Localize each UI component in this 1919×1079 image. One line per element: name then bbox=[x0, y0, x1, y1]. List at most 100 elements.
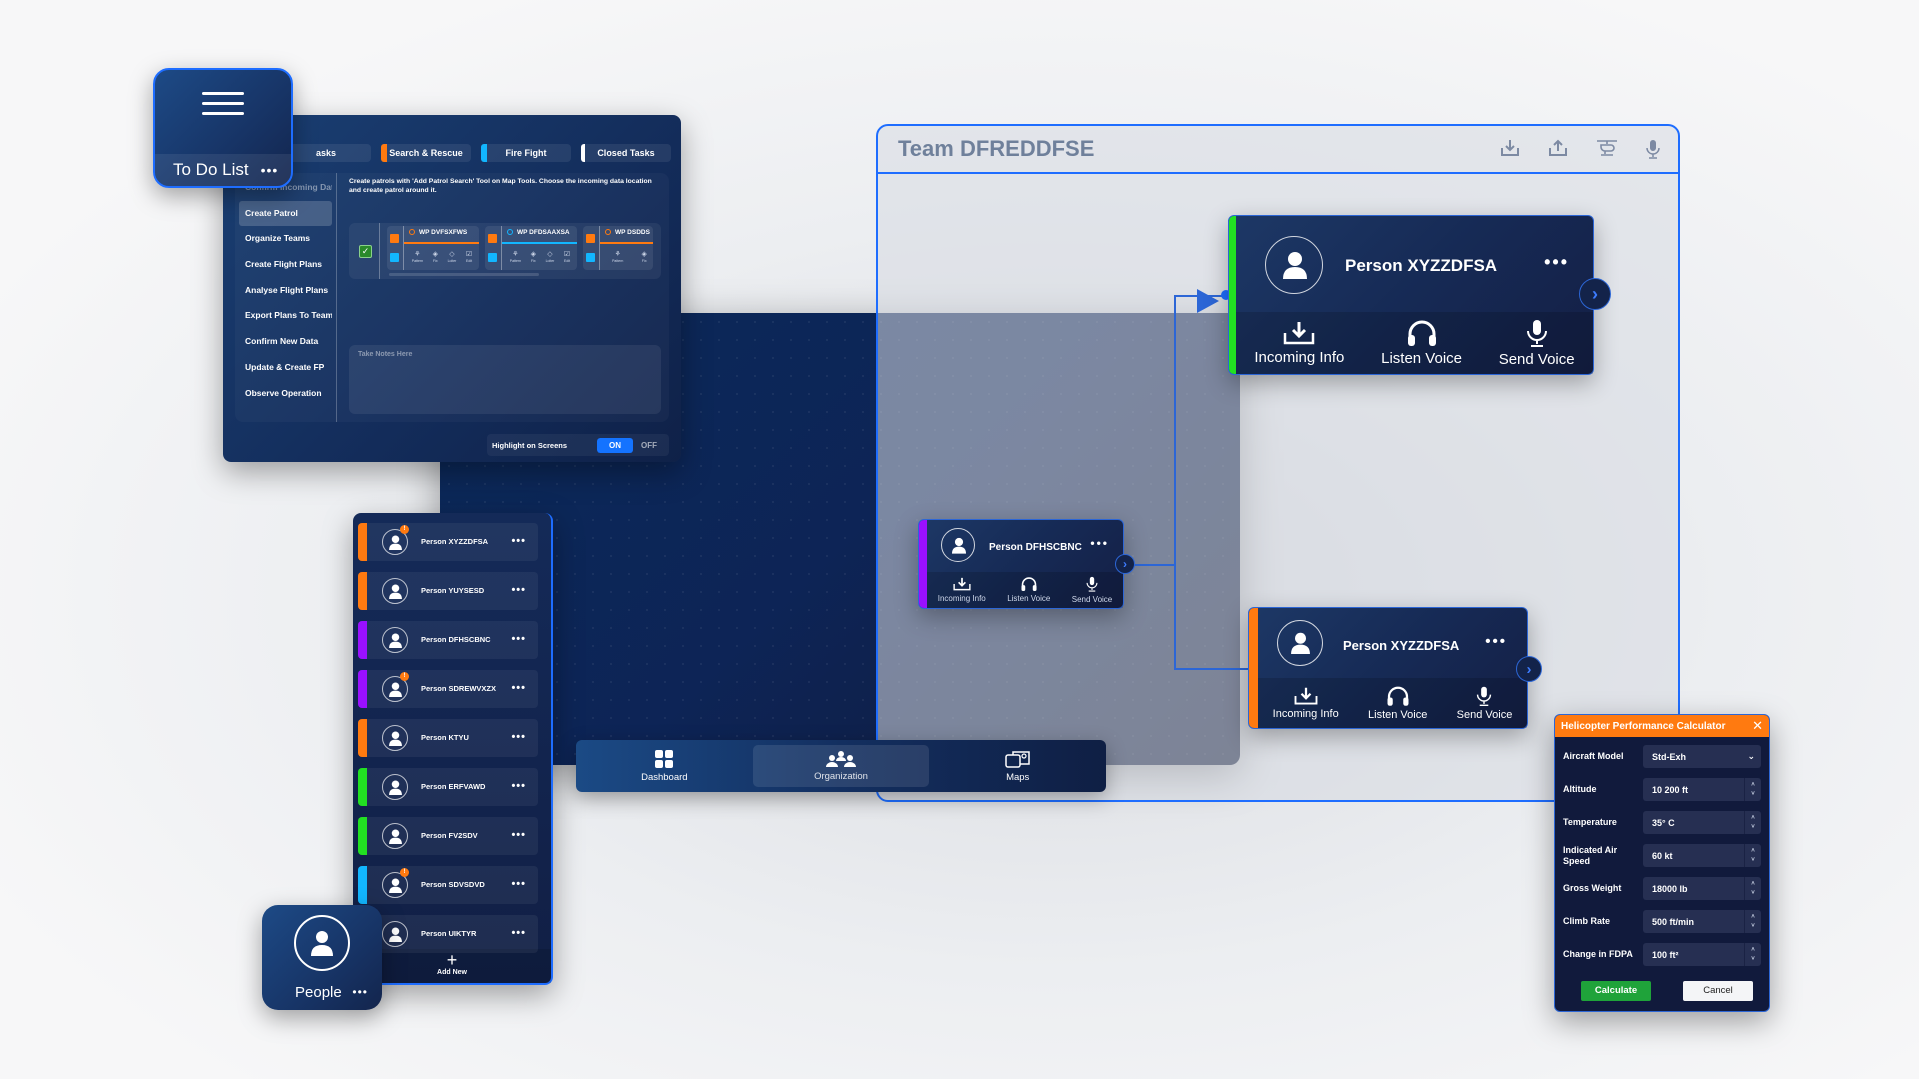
person-card[interactable]: Person XYZZDFSA ••• Incoming Info Listen… bbox=[1248, 607, 1542, 729]
waypoint-card[interactable]: WP DVFSXFWS ⚘ Pattern ◈ Fix ◇ Loiter ☑ Edit bbox=[387, 226, 479, 270]
spin-up-icon[interactable]: ˄ bbox=[1751, 946, 1755, 955]
chevron-right-icon[interactable]: › bbox=[1115, 554, 1135, 574]
fix-icon[interactable]: ◈ Fix bbox=[433, 250, 438, 263]
notes-textarea[interactable]: Take Notes Here bbox=[349, 345, 661, 414]
close-icon[interactable]: ✕ bbox=[1752, 718, 1763, 734]
people-list-item[interactable]: ! Person SDREWVXZX ••• bbox=[358, 670, 538, 708]
more-icon[interactable]: ••• bbox=[511, 817, 526, 853]
listen-voice-button[interactable]: Listen Voice bbox=[1007, 577, 1050, 603]
fix-icon[interactable]: ◈ Fix bbox=[531, 250, 536, 263]
more-icon[interactable]: ••• bbox=[511, 670, 526, 706]
chevron-down-icon[interactable]: ⌄ bbox=[1747, 751, 1755, 762]
calc-field-input[interactable]: 60 kt ˄ ˅ bbox=[1643, 844, 1761, 867]
more-icon[interactable]: ••• bbox=[1544, 252, 1569, 273]
spin-buttons[interactable]: ˄ ˅ bbox=[1744, 778, 1761, 801]
incoming-info-button[interactable]: Incoming Info bbox=[1273, 687, 1339, 720]
toggle-off[interactable]: OFF bbox=[633, 438, 665, 453]
spin-up-icon[interactable]: ˄ bbox=[1751, 880, 1755, 889]
calc-field-input[interactable]: 500 ft/min ˄ ˅ bbox=[1643, 910, 1761, 933]
more-icon[interactable]: ••• bbox=[511, 572, 526, 608]
step-create-flight-plans[interactable]: Create Flight Plans bbox=[239, 252, 332, 278]
send-voice-button[interactable]: Send Voice bbox=[1072, 576, 1112, 604]
chevron-right-icon[interactable]: › bbox=[1516, 656, 1542, 682]
calc-field-input[interactable]: 100 ft² ˄ ˅ bbox=[1643, 943, 1761, 966]
pattern-icon[interactable]: ⚘ Pattern bbox=[612, 250, 623, 263]
toggle-on[interactable]: ON bbox=[597, 437, 633, 453]
nav-maps[interactable]: Maps bbox=[929, 745, 1106, 787]
incoming-info-button[interactable]: Incoming Info bbox=[1254, 321, 1344, 366]
step-update-create-fp[interactable]: Update & Create FP bbox=[239, 355, 332, 381]
more-icon[interactable]: ••• bbox=[511, 768, 526, 804]
spin-down-icon[interactable]: ˅ bbox=[1751, 856, 1755, 865]
tab-open-tasks[interactable]: asks bbox=[281, 144, 371, 162]
spin-up-icon[interactable]: ˄ bbox=[1751, 781, 1755, 790]
people-list-item[interactable]: Person ERFVAWD ••• bbox=[358, 768, 538, 806]
more-icon[interactable]: ••• bbox=[511, 621, 526, 657]
color-swatch-orange[interactable] bbox=[390, 234, 399, 243]
tab-search-rescue[interactable]: Search & Rescue bbox=[381, 144, 471, 162]
step-observe-operation[interactable]: Observe Operation bbox=[239, 381, 332, 407]
pattern-icon[interactable]: ⚘ Pattern bbox=[510, 250, 521, 263]
tab-closed-tasks[interactable]: Closed Tasks bbox=[581, 144, 671, 162]
color-swatch-blue[interactable] bbox=[488, 253, 497, 262]
spin-down-icon[interactable]: ˅ bbox=[1751, 790, 1755, 799]
spin-down-icon[interactable]: ˅ bbox=[1751, 922, 1755, 931]
loiter-icon[interactable]: ◇ Loiter bbox=[448, 250, 457, 263]
incoming-info-button[interactable]: Incoming Info bbox=[938, 577, 986, 603]
calc-field-input[interactable]: 18000 lb ˄ ˅ bbox=[1643, 877, 1761, 900]
people-tile[interactable]: People ••• bbox=[262, 905, 382, 1010]
step-export-plans[interactable]: Export Plans To Teams bbox=[239, 303, 332, 329]
spin-buttons[interactable]: ˄ ˅ bbox=[1744, 910, 1761, 933]
calc-field-input[interactable]: 35° C ˄ ˅ bbox=[1643, 811, 1761, 834]
people-list-item[interactable]: Person KTYU ••• bbox=[358, 719, 538, 757]
listen-voice-button[interactable]: Listen Voice bbox=[1381, 320, 1462, 367]
pattern-icon[interactable]: ⚘ Pattern bbox=[412, 250, 423, 263]
waypoint-card[interactable]: WP DSDDS ⚘Pattern◈Fix◇Loiter bbox=[583, 226, 653, 270]
people-list-item[interactable]: ! Person SDVSDVD ••• bbox=[358, 866, 538, 904]
edit-icon[interactable]: ☑ Edit bbox=[466, 250, 472, 263]
people-list-item[interactable]: Person FV2SDV ••• bbox=[358, 817, 538, 855]
microphone-icon[interactable] bbox=[1646, 139, 1660, 159]
people-list-item[interactable]: ! Person XYZZDFSA ••• bbox=[358, 523, 538, 561]
spin-buttons[interactable]: ˄ ˅ bbox=[1744, 811, 1761, 834]
more-icon[interactable]: ••• bbox=[352, 985, 368, 999]
spin-buttons[interactable]: ˄ ˅ bbox=[1744, 877, 1761, 900]
download-icon[interactable] bbox=[1500, 139, 1520, 159]
spin-up-icon[interactable]: ˄ bbox=[1751, 814, 1755, 823]
spin-buttons[interactable]: ˄ ˅ bbox=[1744, 943, 1761, 966]
people-list-item[interactable]: Person YUYSESD ••• bbox=[358, 572, 538, 610]
nav-dashboard[interactable]: Dashboard bbox=[576, 745, 753, 787]
spin-down-icon[interactable]: ˅ bbox=[1751, 889, 1755, 898]
todo-list-tile[interactable]: To Do List ••• bbox=[153, 68, 293, 188]
tab-fire-fight[interactable]: Fire Fight bbox=[481, 144, 571, 162]
more-icon[interactable]: ••• bbox=[1090, 536, 1109, 550]
step-organize-teams[interactable]: Organize Teams bbox=[239, 226, 332, 252]
people-list-item[interactable]: Person DFHSCBNC ••• bbox=[358, 621, 538, 659]
nav-organization[interactable]: Organization bbox=[752, 745, 930, 787]
checkbox-icon[interactable]: ✓ bbox=[359, 245, 372, 258]
upload-icon[interactable] bbox=[1548, 139, 1568, 159]
color-swatch-blue[interactable] bbox=[586, 253, 595, 262]
step-create-patrol[interactable]: Create Patrol bbox=[239, 200, 332, 227]
listen-voice-button[interactable]: Listen Voice bbox=[1368, 686, 1427, 721]
calc-field-input[interactable]: Std-Exh ⌄ bbox=[1643, 745, 1761, 768]
spin-up-icon[interactable]: ˄ bbox=[1751, 847, 1755, 856]
waypoint-scrollbar[interactable] bbox=[389, 273, 539, 276]
chevron-right-icon[interactable]: › bbox=[1579, 278, 1611, 310]
calculate-button[interactable]: Calculate bbox=[1581, 981, 1651, 1001]
spin-up-icon[interactable]: ˄ bbox=[1751, 913, 1755, 922]
helicopter-icon[interactable] bbox=[1596, 139, 1618, 159]
person-card[interactable]: Person DFHSCBNC ••• Incoming Info Listen… bbox=[918, 519, 1135, 609]
person-card[interactable]: Person XYZZDFSA ••• Incoming Info Listen… bbox=[1228, 215, 1611, 375]
color-swatch-orange[interactable] bbox=[586, 234, 595, 243]
more-icon[interactable]: ••• bbox=[511, 719, 526, 755]
step-analyse-flight-plans[interactable]: Analyse Flight Plans bbox=[239, 278, 332, 304]
send-voice-button[interactable]: Send Voice bbox=[1499, 319, 1575, 368]
more-icon[interactable]: ••• bbox=[1485, 633, 1507, 650]
calc-field-input[interactable]: 10 200 ft ˄ ˅ bbox=[1643, 778, 1761, 801]
step-confirm-new-data[interactable]: Confirm New Data bbox=[239, 329, 332, 355]
more-icon[interactable]: ••• bbox=[511, 866, 526, 902]
spin-down-icon[interactable]: ˅ bbox=[1751, 955, 1755, 964]
color-swatch-orange[interactable] bbox=[488, 234, 497, 243]
cancel-button[interactable]: Cancel bbox=[1683, 981, 1753, 1001]
